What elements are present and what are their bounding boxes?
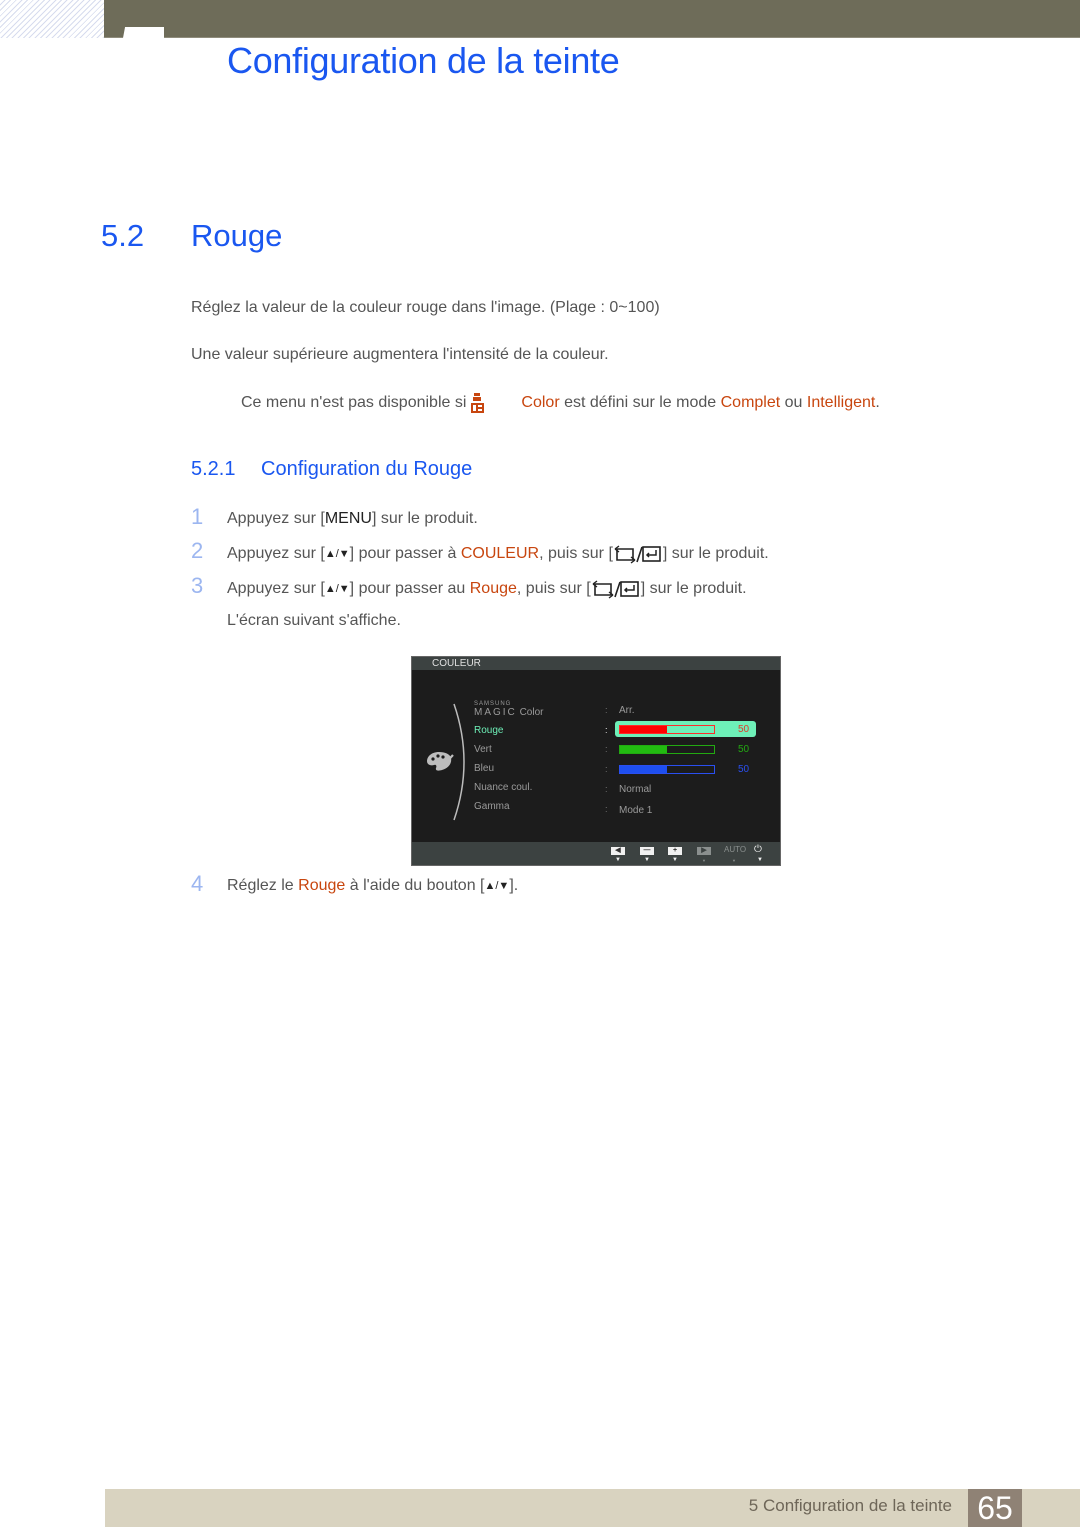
step-text: ] sur le produit.	[662, 545, 769, 562]
step-text: Réglez le	[227, 877, 299, 894]
page-footer: 5 Configuration de la teinte 65	[105, 1489, 1080, 1527]
couleur-term: COULEUR	[460, 545, 540, 562]
rouge-term: Rouge	[469, 580, 517, 597]
subsection-number: 5.2.1	[191, 458, 236, 480]
step-text: , puis sur [	[539, 545, 613, 562]
power-icon[interactable]: ⏻	[754, 844, 762, 855]
palette-icon	[427, 752, 454, 771]
note-complet-term: Complet	[720, 394, 781, 411]
osd-footer: ◀ ▼ — ▼ + ▼ ▶ ▼ AUTO ▼ ⏻ ▼	[412, 842, 780, 865]
subsection-title: Configuration du Rouge	[261, 458, 473, 480]
osd-colon: :	[605, 804, 608, 814]
rouge-slider-fill	[620, 726, 667, 733]
step-text: Appuyez sur [	[227, 545, 325, 562]
osd-item-label: Color	[519, 707, 544, 718]
rouge-term: Rouge	[298, 877, 346, 894]
footer-chapter-label: 5 Configuration de la teinte	[748, 1496, 952, 1515]
osd-value-nuance-coul: Normal	[619, 784, 652, 795]
enter-button-icon[interactable]: ▶	[697, 847, 711, 855]
down-indicator-icon: ▼	[702, 858, 706, 863]
source-enter-icon	[592, 580, 639, 599]
header-hatch-decoration	[0, 0, 104, 38]
bleu-value: 50	[738, 764, 750, 775]
down-indicator-icon: ▼	[615, 857, 621, 863]
step-number: 1	[191, 504, 204, 529]
step-text: Appuyez sur [	[227, 510, 325, 527]
plus-button-icon[interactable]: +	[668, 847, 682, 855]
osd-item-bleu[interactable]: Bleu	[474, 763, 494, 774]
step-number: 3	[191, 573, 204, 598]
magic-label: MAGIC	[474, 707, 517, 718]
up-down-arrow-icon: ▲/▼	[324, 583, 350, 595]
down-indicator-icon: ▼	[757, 857, 763, 863]
vert-slider-fill	[620, 746, 667, 753]
osd-item-magic-color[interactable]: SAMSUNG MAGIC Color	[474, 701, 543, 718]
step-text: , puis sur [	[516, 580, 591, 597]
note-intelligent-term: Intelligent	[806, 394, 876, 411]
bleu-slider[interactable]	[619, 765, 715, 774]
step-number: 2	[191, 538, 204, 563]
step-text: Appuyez sur [	[227, 580, 325, 597]
osd-colon: :	[605, 764, 608, 774]
note-mid: est défini sur le mode	[559, 394, 721, 411]
osd-colon: :	[605, 784, 608, 794]
chapter-tab	[123, 27, 164, 38]
source-enter-icon	[614, 545, 661, 564]
osd-screen: COULEUR SAMSUNG MAGIC Color : Arr. Rouge…	[411, 656, 781, 866]
page-number: 65	[968, 1489, 1022, 1527]
osd-item-rouge[interactable]: Rouge	[474, 725, 503, 736]
osd-item-vert[interactable]: Vert	[474, 744, 492, 755]
up-down-arrow-icon: ▲/▼	[324, 548, 350, 560]
paragraph-intensity: Une valeur supérieure augmentera l'inten…	[191, 346, 609, 363]
osd-colon: :	[605, 725, 608, 735]
osd-item-nuance-coul[interactable]: Nuance coul.	[474, 782, 532, 793]
rouge-slider[interactable]	[619, 725, 715, 734]
down-indicator-icon: ▼	[732, 858, 736, 863]
vert-value: 50	[738, 744, 750, 755]
down-indicator-icon: ▼	[644, 857, 650, 863]
header-bar	[104, 0, 1080, 38]
subsection-heading: 5.2.1 Configuration du Rouge	[191, 458, 472, 481]
left-button-icon[interactable]: ◀	[611, 847, 625, 855]
note-prefix: Ce menu n'est pas disponible si	[241, 394, 467, 411]
osd-item-gamma[interactable]: Gamma	[474, 801, 510, 812]
step-number: 4	[191, 871, 204, 896]
osd-value-magic-color: Arr.	[619, 705, 635, 716]
samsung-magic-icon	[471, 393, 485, 413]
note-color-term: Color	[521, 394, 560, 411]
step-text: ] sur le produit.	[640, 580, 747, 597]
rouge-value: 50	[738, 724, 750, 735]
menu-key: MENU	[324, 510, 372, 527]
osd-colon: :	[605, 744, 608, 754]
note-suffix: .	[875, 394, 880, 411]
note-mid2: ou	[780, 394, 807, 411]
osd-value-gamma: Mode 1	[619, 805, 653, 816]
step-text: ] pour passer au	[349, 580, 470, 597]
step-text: L'écran suivant s'affiche.	[227, 612, 401, 629]
down-indicator-icon: ▼	[672, 857, 678, 863]
step-text: ].	[509, 877, 519, 894]
section-title: Rouge	[191, 218, 283, 253]
osd-header: COULEUR	[412, 657, 780, 670]
minus-button-icon[interactable]: —	[640, 847, 654, 855]
auto-button[interactable]: AUTO	[724, 845, 746, 854]
chapter-title: Configuration de la teinte	[227, 40, 620, 81]
paragraph-range: Réglez la valeur de la couleur rouge dan…	[191, 299, 660, 316]
step-text: ] sur le produit.	[371, 510, 478, 527]
vert-slider[interactable]	[619, 745, 715, 754]
section-number: 5.2	[101, 218, 145, 253]
up-down-arrow-icon: ▲/▼	[484, 880, 510, 892]
bleu-slider-fill	[620, 766, 667, 773]
osd-colon: :	[605, 705, 608, 715]
step-text: à l'aide du bouton [	[345, 877, 485, 894]
step-text: ] pour passer à	[349, 545, 461, 562]
note: Ce menu n'est pas disponible si Color es…	[241, 392, 880, 414]
